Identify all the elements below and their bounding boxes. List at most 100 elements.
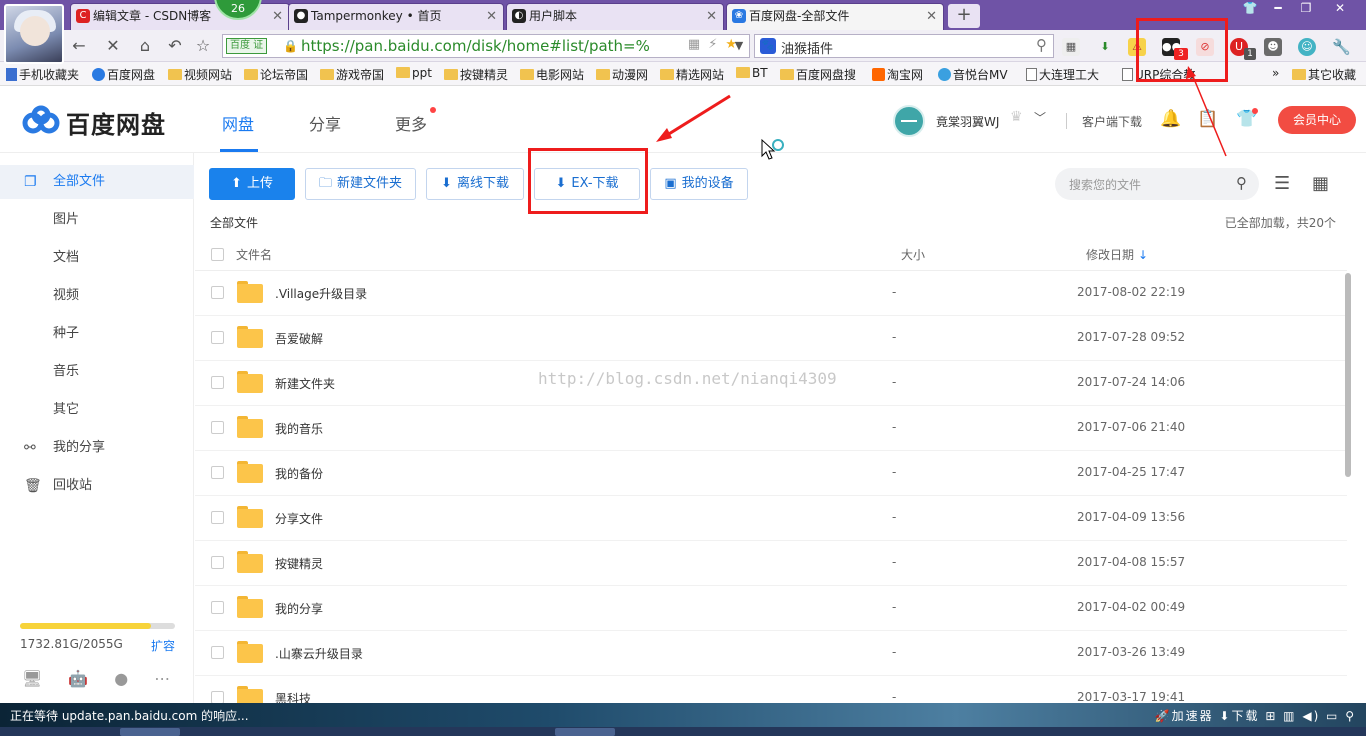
tools-icon[interactable]: 🔧 — [1332, 38, 1351, 56]
sidebar-item-torrents[interactable]: 种子 — [0, 317, 194, 351]
close-icon[interactable]: ✕ — [272, 4, 283, 29]
tab-tampermonkey[interactable]: ● Tampermonkey • 首页 ✕ — [288, 3, 504, 30]
desktop-icon[interactable]: 🖥 — [22, 669, 68, 688]
accelerator-button[interactable]: 加速器 — [1172, 709, 1214, 723]
row-checkbox[interactable] — [211, 421, 224, 434]
bookmark-more-chevron[interactable]: » — [1272, 66, 1279, 80]
home-icon[interactable]: ⌂ — [134, 36, 156, 56]
file-name[interactable]: 新建文件夹 — [275, 375, 335, 392]
search-icon[interactable]: ⚲ — [1236, 174, 1247, 192]
download-ext-icon[interactable]: ⬇ — [1096, 38, 1114, 56]
table-row[interactable]: 按键精灵 - 2017-04-08 15:57 — [195, 541, 1347, 586]
file-name[interactable]: 我的音乐 — [275, 420, 323, 437]
ex-download-button[interactable]: ⬇ EX-下载 — [534, 168, 640, 200]
search-input[interactable]: 搜索您的文件 — [1069, 176, 1141, 193]
bookmark-other[interactable]: 其它收藏 — [1292, 66, 1356, 83]
table-row[interactable]: 我的备份 - 2017-04-25 17:47 — [195, 451, 1347, 496]
row-checkbox[interactable] — [211, 286, 224, 299]
search-icon[interactable]: ⚲ — [1036, 36, 1047, 54]
download-manager-button[interactable]: 下载 — [1231, 709, 1259, 723]
bookmark-folder[interactable]: ppt — [396, 66, 432, 80]
bookmark-folder[interactable]: 百度网盘搜 — [780, 66, 856, 83]
restore-icon[interactable]: ❐ — [1292, 0, 1320, 16]
my-devices-button[interactable]: ▣ 我的设备 — [650, 168, 748, 200]
baidu-pan-logo-icon[interactable] — [20, 105, 62, 137]
nav-tab-more[interactable]: 更多 — [395, 111, 427, 135]
table-row[interactable]: .Village升级目录 - 2017-08-02 22:19 — [195, 271, 1347, 316]
sort-icon[interactable]: ☰ — [1274, 173, 1290, 194]
file-name[interactable]: 按键精灵 — [275, 555, 323, 572]
row-checkbox[interactable] — [211, 646, 224, 659]
bookmark-folder[interactable]: 动漫网 — [596, 66, 648, 83]
row-checkbox[interactable] — [211, 556, 224, 569]
bookmark-folder[interactable]: 精选网站 — [660, 66, 724, 83]
bookmark-dlut[interactable]: 大连理工大 — [1026, 66, 1099, 83]
upload-button[interactable]: ⬆ 上传 — [209, 168, 295, 200]
skin-icon[interactable]: 👕 — [1236, 0, 1264, 16]
tab-baidu-pan[interactable]: ❀ 百度网盘-全部文件 ✕ — [726, 3, 944, 30]
chat-ext-icon[interactable]: ☺ — [1298, 38, 1316, 56]
file-name[interactable]: .Village升级目录 — [275, 285, 367, 302]
sidebar-item-images[interactable]: 图片 — [0, 203, 194, 237]
expand-storage-link[interactable]: 扩容 — [151, 637, 175, 654]
close-window-icon[interactable]: ✕ — [1326, 0, 1354, 16]
chevron-down-icon[interactable]: ﹀ — [1034, 109, 1046, 126]
bookmark-mobile[interactable]: 手机收藏夹 — [6, 66, 79, 83]
file-name[interactable]: 吾爱破解 — [275, 330, 323, 347]
sidebar-item-all-files[interactable]: ❐ 全部文件 — [0, 165, 194, 199]
search-engine-text[interactable]: 油猴插件 — [781, 38, 833, 57]
row-checkbox[interactable] — [211, 511, 224, 524]
sidebar-item-recycle-bin[interactable]: 🗑 回收站 — [0, 469, 194, 503]
bookmark-folder[interactable]: 按键精灵 — [444, 66, 508, 83]
accelerator-icon[interactable]: 🚀 — [1155, 709, 1172, 723]
bookmark-folder[interactable]: 游戏帝国 — [320, 66, 384, 83]
download-icon[interactable]: ⬇ — [1219, 709, 1231, 723]
breadcrumb[interactable]: 全部文件 — [210, 214, 258, 231]
undo-icon[interactable]: ↶ — [164, 36, 186, 56]
tab-userscripts[interactable]: ◐ 用户脚本 ✕ — [506, 3, 724, 30]
browser-search-box[interactable]: 🐾 油猴插件 ⚲ — [754, 34, 1054, 58]
username[interactable]: 竟棠羽翼WJ — [936, 113, 999, 130]
logo-text[interactable]: 百度网盘 — [66, 105, 166, 140]
new-tab-button[interactable]: + — [948, 4, 980, 28]
grid-view-icon[interactable]: ▦ — [1312, 173, 1329, 194]
offline-download-button[interactable]: ⬇ 离线下载 — [426, 168, 524, 200]
url-text[interactable]: https://pan.baidu.com/disk/home#list/pat… — [301, 37, 650, 55]
row-checkbox[interactable] — [211, 601, 224, 614]
favorite-star-icon[interactable]: ☆ — [192, 36, 214, 56]
bell-icon[interactable]: 🔔 — [1160, 109, 1181, 129]
column-name[interactable]: 文件名 — [236, 246, 272, 263]
select-all-checkbox[interactable] — [211, 248, 224, 261]
table-row[interactable]: 分享文件 - 2017-04-09 13:56 — [195, 496, 1347, 541]
file-name[interactable]: 我的分享 — [275, 600, 323, 617]
dropdown-icon[interactable]: ▼ — [728, 36, 750, 56]
blocked-ext-icon[interactable]: ⊘ — [1196, 38, 1214, 56]
bookmark-folder[interactable]: BT — [736, 66, 768, 80]
browser-user-avatar[interactable] — [4, 4, 64, 64]
grid-apps-icon[interactable]: ▦ — [1062, 38, 1080, 56]
nav-tab-share[interactable]: 分享 — [309, 111, 341, 135]
bookmark-taobao[interactable]: 淘宝网 — [872, 66, 923, 83]
file-name[interactable]: 分享文件 — [275, 510, 323, 527]
sidebar-item-others[interactable]: 其它 — [0, 393, 194, 427]
file-name[interactable]: .山寨云升级目录 — [275, 645, 363, 662]
clipboard-icon[interactable]: 📋 — [1197, 109, 1218, 129]
file-search-box[interactable]: 搜索您的文件 ⚲ — [1055, 168, 1259, 200]
bookmark-folder[interactable]: 视频网站 — [168, 66, 232, 83]
row-checkbox[interactable] — [211, 376, 224, 389]
sidebar-item-docs[interactable]: 文档 — [0, 241, 194, 275]
new-folder-button[interactable]: 🗀 新建文件夹 — [305, 168, 416, 200]
bookmark-folder[interactable]: 论坛帝国 — [244, 66, 308, 83]
row-checkbox[interactable] — [211, 466, 224, 479]
status-tray-icons[interactable]: ⊞ ▥ ◀) ▭ ⚲ — [1265, 709, 1356, 723]
back-icon[interactable]: ← — [68, 36, 90, 56]
bookmark-folder[interactable]: 电影网站 — [520, 66, 584, 83]
close-icon[interactable]: ✕ — [926, 4, 937, 29]
bookmark-urp[interactable]: URP综合教 — [1122, 66, 1195, 83]
row-checkbox[interactable] — [211, 331, 224, 344]
column-date[interactable]: 修改日期 ↓ — [1086, 246, 1148, 263]
close-icon[interactable]: ✕ — [486, 4, 497, 29]
sidebar-item-videos[interactable]: 视频 — [0, 279, 194, 313]
table-row[interactable]: 吾爱破解 - 2017-07-28 09:52 — [195, 316, 1347, 361]
client-download-link[interactable]: 客户端下载 — [1082, 113, 1142, 130]
